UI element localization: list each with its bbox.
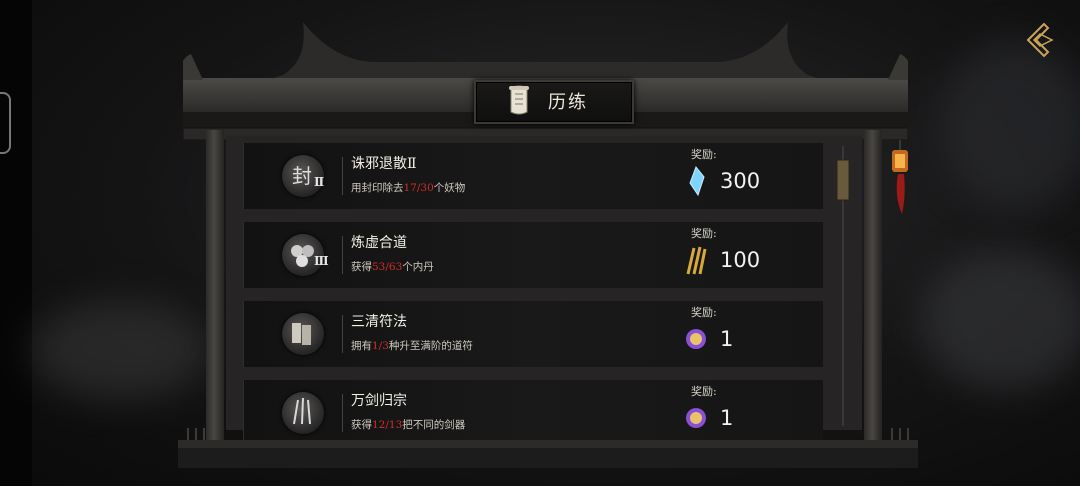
left-edge-handle <box>0 92 11 154</box>
achievement-name: 三清符法 <box>351 314 407 330</box>
achievement-row-3[interactable]: 三清符法 拥有1/3种升至满阶的道符 奖励: 1 <box>243 301 823 367</box>
row-divider <box>342 236 343 274</box>
background-cliff <box>940 40 1080 210</box>
left-edge-bar <box>0 0 32 486</box>
desc-suffix: 个内丹 <box>402 261 434 273</box>
scroll-thumb[interactable] <box>836 159 850 201</box>
achievement-progress: 1/3 <box>372 340 389 352</box>
achievement-name: 炼虚合道 <box>351 235 407 251</box>
achievement-row-1[interactable]: 封 Ⅱ 诛邪退散Ⅱ 用封印除去17/30个妖物 奖励: 300 <box>243 143 823 209</box>
svg-text:封: 封 <box>292 164 312 188</box>
row-divider <box>342 315 343 353</box>
left-pillar <box>206 130 224 460</box>
achievement-progress: 53/63 <box>372 261 403 273</box>
reward-amount: 100 <box>720 248 761 272</box>
pavilion-base-railing <box>178 428 918 468</box>
achievement-name: 万剑归宗 <box>351 393 407 409</box>
desc-prefix: 拥有 <box>351 340 372 352</box>
achievement-row-2[interactable]: Ⅲ 炼虚合道 获得53/63个内丹 奖励: 100 <box>243 222 823 288</box>
tier-numeral: Ⅱ <box>314 175 325 189</box>
back-button[interactable] <box>1022 20 1058 60</box>
lantern-icon <box>892 140 908 214</box>
tier-numeral: Ⅲ <box>314 254 329 268</box>
desc-prefix: 用封印除去 <box>351 182 404 194</box>
scroll-icon <box>509 85 529 115</box>
page-title: 历练 <box>548 92 588 113</box>
spirit-crystal-icon <box>684 165 708 197</box>
row-divider <box>342 394 343 432</box>
achievement-progress: 17/30 <box>403 182 434 194</box>
achievement-description: 获得53/63个内丹 <box>351 259 434 274</box>
purple-orb-icon <box>684 323 708 355</box>
reward-label: 奖励: <box>691 306 717 319</box>
reward-label: 奖励: <box>691 227 717 240</box>
achievement-description: 用封印除去17/30个妖物 <box>351 180 465 195</box>
achievement-description: 拥有1/3种升至满阶的道符 <box>351 338 473 353</box>
desc-suffix: 种升至满阶的道符 <box>388 340 473 352</box>
background-rock-left <box>30 300 210 400</box>
golden-talisman-icon <box>684 244 708 276</box>
background-rock-right <box>920 250 1080 390</box>
talisman-icon <box>282 313 324 355</box>
list-scrollbar[interactable] <box>836 146 850 426</box>
desc-prefix: 获得 <box>351 261 372 273</box>
reward-amount: 300 <box>720 169 761 193</box>
reward-label: 奖励: <box>691 148 717 161</box>
reward-amount: 1 <box>720 406 734 430</box>
row-divider <box>342 157 343 195</box>
achievement-name: 诛邪退散Ⅱ <box>351 156 417 172</box>
back-arrow-icon <box>1026 22 1054 58</box>
reward-amount: 1 <box>720 327 734 351</box>
desc-suffix: 个妖物 <box>433 182 466 194</box>
reward-label: 奖励: <box>691 385 717 398</box>
